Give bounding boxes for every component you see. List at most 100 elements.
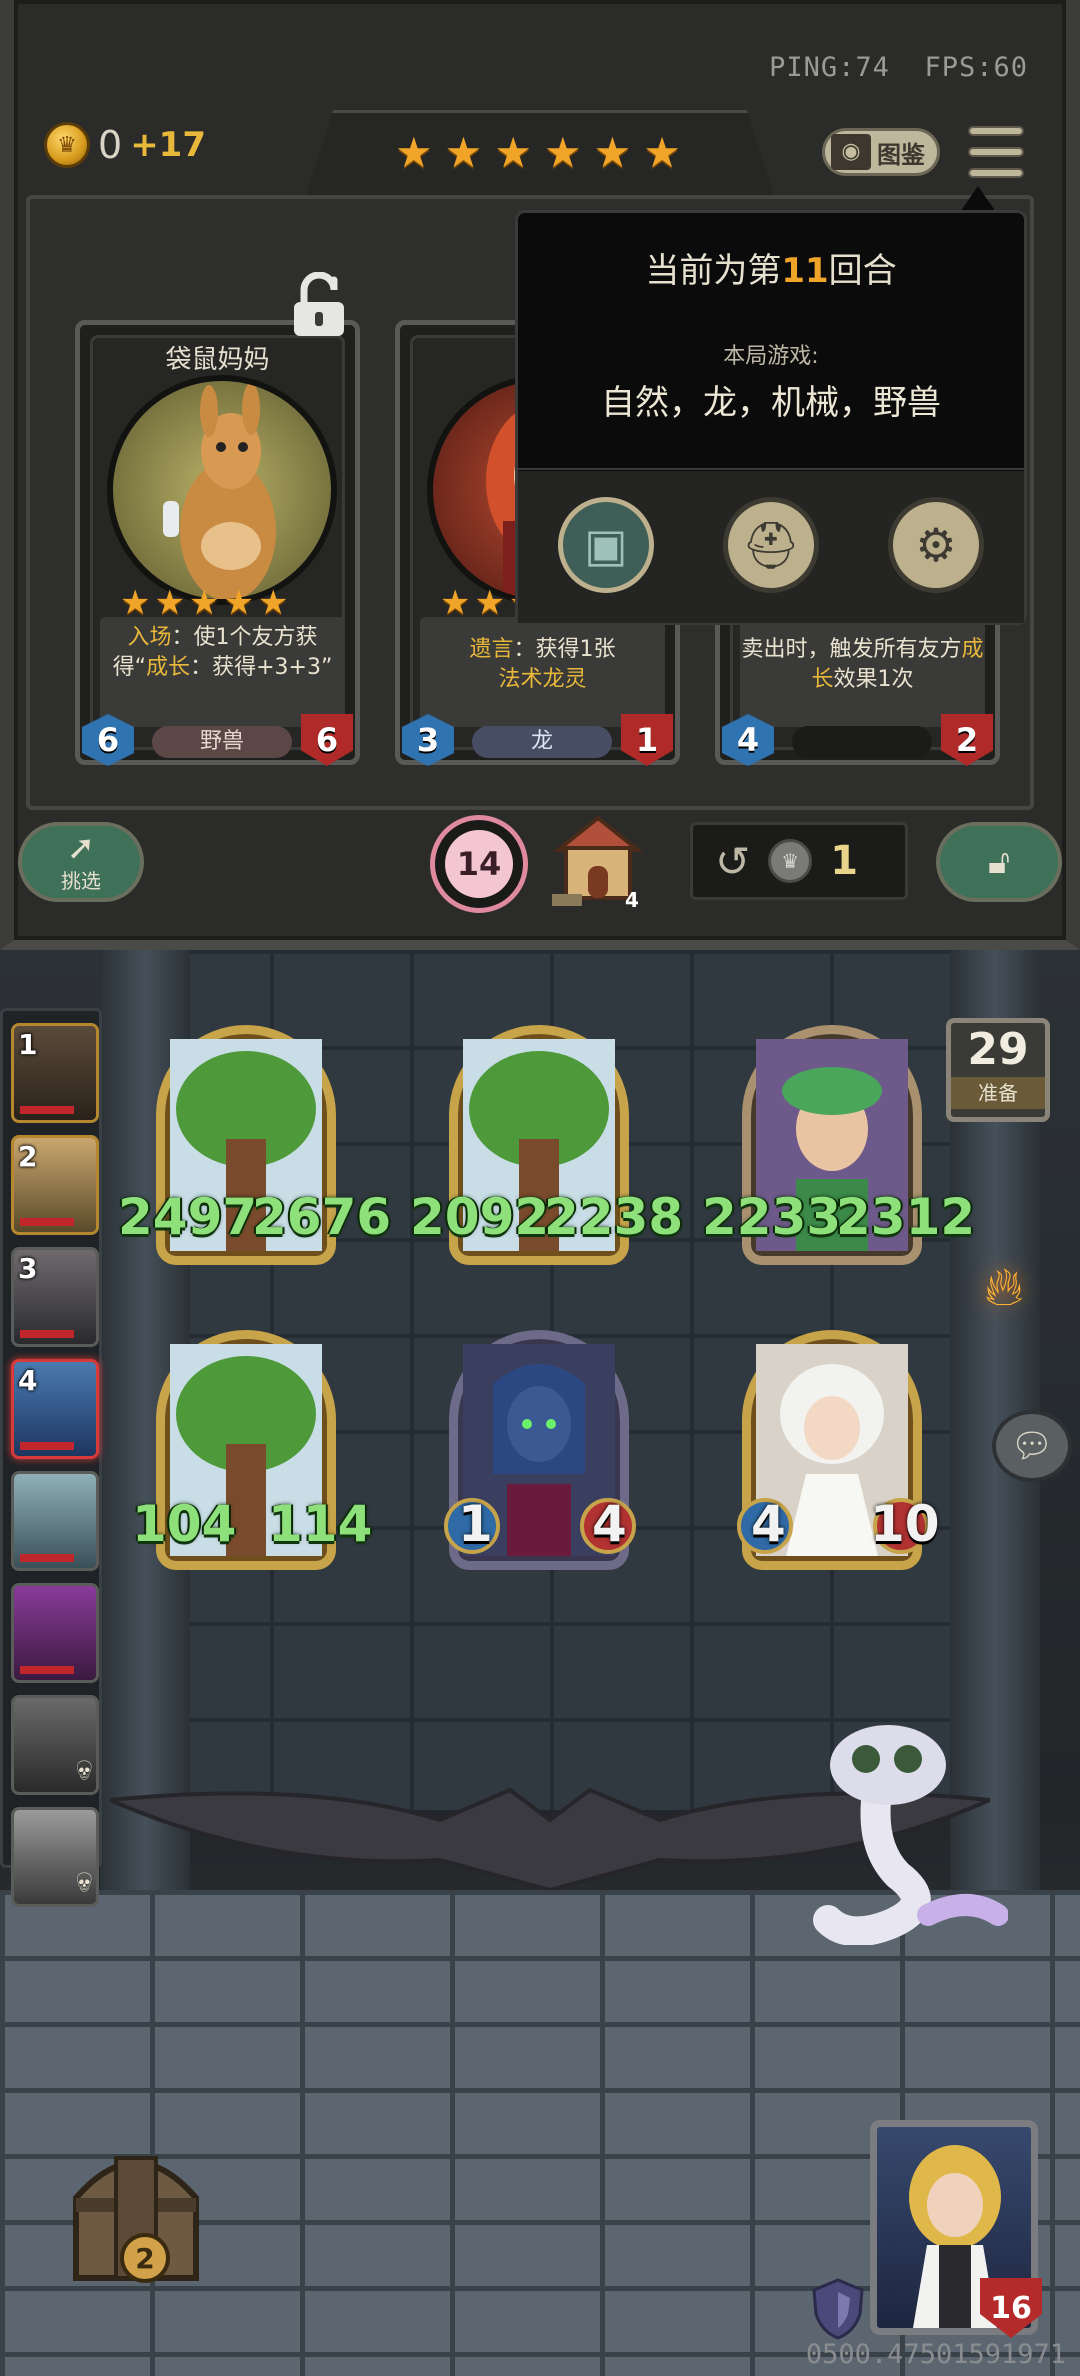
player-slot[interactable]: 1 [11, 1023, 99, 1123]
card-description: 卖出时，触发所有友方成长效果1次 [740, 617, 985, 727]
card-portrait [107, 375, 337, 605]
minion-health: 2312 [836, 1188, 976, 1246]
round-info-popup: 当前为第11回合 本局游戏: 自然，龙，机械，野兽 ▣ ⛑ ⚙ [515, 210, 1027, 625]
game-tribes: 自然，龙，机械，野兽 [601, 383, 941, 423]
player-rank: 3 [18, 1252, 38, 1285]
unlock-icon: 🔓︎ [987, 842, 1011, 882]
card-description: 遗言：获得1张 法术龙灵 [420, 617, 665, 727]
gold-income: +17 [130, 125, 206, 165]
player-health-bar [20, 1554, 74, 1562]
player-slot[interactable]: 3 [11, 1247, 99, 1347]
card-health: 2 [941, 714, 993, 766]
minion-attack: 2497 [118, 1188, 258, 1246]
tavern-level: 4 [625, 888, 639, 912]
turn-timer: 14 [430, 815, 528, 913]
minion-attack: 2233 [702, 1188, 842, 1246]
helmet-button[interactable]: ⛑ [723, 497, 819, 593]
refresh-icon: ↺ [715, 836, 751, 886]
player-health-bar [20, 1442, 74, 1450]
crown-coin-icon: ♛ [44, 122, 90, 168]
tier-star-icon: ★ [643, 128, 681, 177]
chat-bubble-icon: 💬︎ [1010, 1426, 1054, 1466]
tier-star-icon: ★ [444, 128, 483, 177]
gold-value: 0 [98, 123, 123, 167]
refresh-cost: 1 [830, 838, 859, 884]
card-name: 袋鼠妈妈 [165, 345, 270, 375]
player-health-bar [20, 1666, 74, 1674]
minion-health: 2676 [252, 1188, 392, 1246]
player-health-bar [20, 1330, 74, 1338]
menu-bar [968, 168, 1024, 178]
coin-icon: ♛ [768, 839, 813, 883]
skull-icon: 💀︎ [76, 1753, 92, 1788]
minion-attack: 2092 [410, 1188, 550, 1246]
player-slot[interactable]: 2 [11, 1135, 99, 1235]
collection-button[interactable]: ◉ 图鉴 [822, 128, 940, 176]
tier-star-icon: ★ [593, 128, 632, 177]
snake-pet[interactable] [808, 1715, 1008, 1945]
gold-display: ♛ 0 +17 [44, 122, 206, 168]
settings-button[interactable]: ⚙ [888, 497, 984, 593]
game-tribes-label: 本局游戏: [723, 344, 819, 369]
player-slot-current[interactable]: 4 [11, 1359, 99, 1459]
collection-label: 图鉴 [877, 140, 925, 169]
network-status: PING:74 FPS:60 [769, 52, 1028, 83]
minion-health: 10 [870, 1495, 940, 1553]
player-rank: 2 [18, 1140, 38, 1173]
tier-star-icon: ★ [395, 128, 433, 177]
card-health: 1 [621, 714, 673, 766]
divider [518, 468, 1024, 470]
player-health-bar [20, 1106, 74, 1114]
helmet-icon: ⛑ [741, 517, 801, 572]
armor-shield-icon [812, 2278, 864, 2340]
book-icon: ▣ [584, 518, 628, 572]
popup-pointer [960, 186, 996, 212]
player-rank: 1 [18, 1028, 38, 1061]
build-version: 0500.47501591971 [805, 2339, 1066, 2370]
freeze-button[interactable]: 🔓︎ [936, 822, 1062, 902]
tier-star-icon: ★ [494, 128, 532, 177]
timer-value: 14 [445, 830, 513, 898]
player-list: 1 2 3 4 💀︎ 💀︎ [0, 1008, 102, 1907]
minion-health: 114 [268, 1495, 373, 1553]
minion-health: 4 [592, 1495, 627, 1553]
arrow-up-right-icon: ➚ [66, 827, 96, 868]
menu-bar [968, 147, 1024, 157]
torch-icon: 🔥︎ [984, 1255, 1024, 1318]
unlock-icon[interactable] [290, 272, 348, 338]
minion-attack: 4 [751, 1495, 786, 1553]
player-slot[interactable] [11, 1471, 99, 1571]
tier-star-icon: ★ [543, 128, 582, 177]
skull-icon: 💀︎ [76, 1865, 92, 1900]
book-eye-icon: ◉ [831, 134, 871, 170]
ready-counter[interactable]: 29 准备 [946, 1018, 1050, 1122]
chat-button[interactable]: 💬︎ [992, 1410, 1072, 1482]
book-button[interactable]: ▣ [558, 497, 654, 593]
gear-icon: ⚙ [915, 518, 957, 572]
shop-card[interactable]: 袋鼠妈妈 ★ ★ ★ ★ ★ 入场：使1个友方获得“成长：获得+3+3” 6 野兽 6 [75, 320, 360, 766]
menu-bar [968, 126, 1024, 136]
player-slot[interactable] [11, 1583, 99, 1683]
popup-actions: ▣ ⛑ ⚙ [518, 471, 1024, 623]
menu-button[interactable] [968, 126, 1024, 178]
pick-button[interactable]: ➚ 挑选 [18, 822, 144, 902]
card-health: 6 [301, 714, 353, 766]
card-tribe: 龙 [472, 726, 612, 758]
round-text: 当前为第11回合 [645, 251, 897, 291]
refresh-button[interactable]: ↺ ♛ 1 [690, 822, 908, 900]
minion-health: 2238 [544, 1188, 684, 1246]
pick-label: 挑选 [61, 868, 101, 893]
card-tribe: 野兽 [152, 726, 292, 758]
ready-label: 准备 [951, 1077, 1045, 1109]
player-health-bar [20, 1218, 74, 1226]
ready-count: 29 [967, 1024, 1029, 1075]
chest-count: 2 [120, 2233, 170, 2283]
card-tribe [792, 726, 932, 758]
player-slot-dead[interactable]: 💀︎ [11, 1807, 99, 1907]
minion-attack: 1 [458, 1495, 493, 1553]
minion-attack: 104 [132, 1495, 237, 1553]
tavern-tier-stars: ★ ★ ★ ★ ★ ★ [395, 128, 681, 177]
card-description: 入场：使1个友方获得“成长：获得+3+3” [100, 617, 345, 727]
player-slot-dead[interactable]: 💀︎ [11, 1695, 99, 1795]
player-rank: 4 [18, 1364, 38, 1397]
